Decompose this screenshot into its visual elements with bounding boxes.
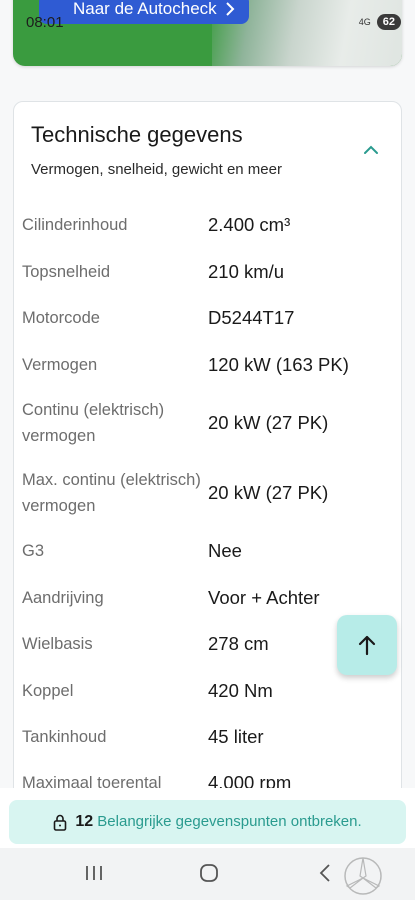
card-subtitle: Vermogen, snelheid, gewicht en meer	[31, 161, 282, 178]
autocheck-button[interactable]: Naar de Autocheck	[39, 0, 249, 24]
spec-row: Topsnelheid 210 km/u	[22, 248, 392, 295]
spec-row: Tankinhoud 45 liter	[22, 714, 392, 760]
spec-label: Wielbasis	[22, 635, 93, 653]
spec-label: Continu (elektrisch) vermogen	[22, 401, 165, 445]
spec-value: 2.400 cm³	[208, 214, 291, 235]
recent-apps-icon[interactable]	[84, 864, 104, 882]
back-icon[interactable]	[318, 864, 332, 882]
spec-value: Voor + Achter	[208, 586, 320, 608]
spec-label: Koppel	[22, 681, 74, 700]
status-time: 08:01	[26, 14, 64, 31]
spec-value: 120 kW (163 PK)	[208, 353, 349, 375]
spec-list: Cilinderinhoud 2.400 cm³ Topsnelheid 210…	[22, 202, 392, 806]
lock-icon	[54, 814, 67, 831]
logo-watermark-icon	[344, 857, 382, 895]
missing-count: 12	[75, 813, 94, 830]
spec-label: Tankinhoud	[22, 728, 107, 746]
spec-label: Cilinderinhoud	[22, 216, 128, 234]
notice-bar: 12 Belangrijke gegevenspunten ontbreken.	[0, 788, 415, 848]
spec-row: Continu (elektrisch) vermogen 20 kW (27 …	[22, 388, 392, 458]
missing-text: Belangrijke gegevenspunten ontbreken.	[97, 813, 362, 830]
spec-label: Vermogen	[22, 355, 98, 374]
scroll-to-top-button[interactable]	[337, 615, 397, 675]
chevron-right-icon	[225, 2, 235, 16]
spec-row: Cilinderinhoud 2.400 cm³	[22, 202, 392, 248]
home-icon[interactable]	[199, 864, 219, 882]
spec-value: Nee	[208, 540, 242, 561]
spec-label: Aandrijving	[22, 588, 104, 607]
spec-label: G3	[22, 542, 45, 560]
technical-data-card: Technische gegevens Vermogen, snelheid, …	[13, 101, 402, 861]
spec-row: Koppel 420 Nm	[22, 667, 392, 714]
spec-value: 20 kW (27 PK)	[208, 482, 329, 503]
spec-label: Motorcode	[22, 309, 100, 327]
spec-value: 420 Nm	[208, 679, 273, 701]
spec-value: D5244T17	[208, 307, 295, 328]
status-icons: 4G 62	[359, 14, 401, 30]
spec-value: 278 cm	[208, 633, 269, 654]
network-indicator: 4G	[358, 17, 371, 27]
chevron-up-icon[interactable]	[363, 142, 379, 158]
spec-row: Motorcode D5244T17	[22, 295, 392, 341]
spec-label: Max. continu (elektrisch) vermogen	[22, 471, 201, 515]
spec-label: Topsnelheid	[22, 262, 111, 281]
spec-row: Aandrijving Voor + Achter	[22, 574, 392, 621]
autocheck-button-label: Naar de Autocheck	[73, 0, 217, 18]
spec-value: 210 km/u	[208, 260, 285, 282]
spec-row: G3 Nee	[22, 528, 392, 574]
spec-row: Vermogen 120 kW (163 PK)	[22, 341, 392, 388]
spec-row: Max. continu (elektrisch) vermogen 20 kW…	[22, 458, 392, 528]
card-title: Technische gegevens	[31, 122, 243, 147]
spec-value: 20 kW (27 PK)	[208, 412, 329, 433]
system-nav-bar	[0, 848, 415, 900]
missing-data-notice[interactable]: 12 Belangrijke gegevenspunten ontbreken.	[9, 800, 406, 844]
arrow-up-icon	[358, 635, 376, 656]
autocheck-banner[interactable]: Naar de Autocheck	[13, 0, 402, 66]
spec-value: 45 liter	[208, 726, 264, 747]
battery-indicator: 62	[376, 14, 401, 30]
